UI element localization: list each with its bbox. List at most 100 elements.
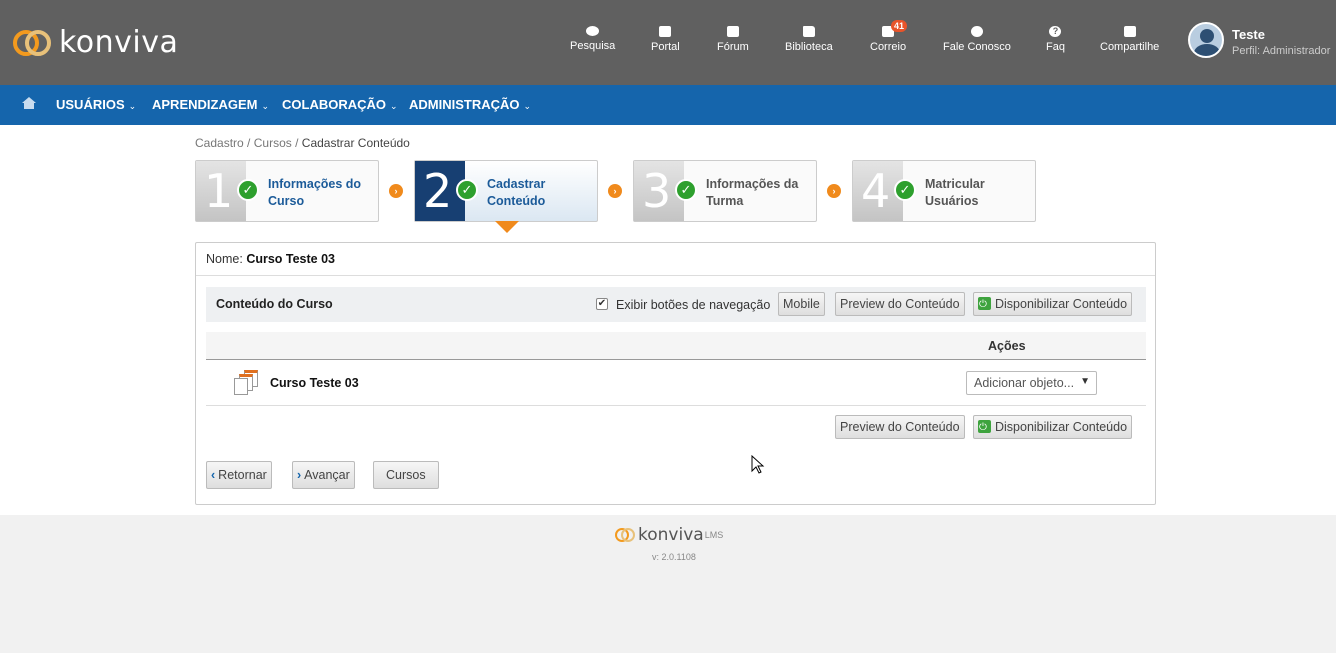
content-toolbar: Conteúdo do Curso ✔ Exibir botões de nav… [206, 287, 1146, 322]
home-icon[interactable] [22, 97, 36, 109]
power-icon [978, 417, 991, 439]
breadcrumb-separator: / [247, 136, 251, 150]
step-label: Informações do Curso [268, 177, 362, 208]
step-number: 3 [642, 164, 672, 218]
step-label: Matricular Usuários [925, 177, 985, 208]
content-title: Conteúdo do Curso [216, 297, 333, 311]
breadcrumb-cursos[interactable]: Cursos [254, 136, 292, 150]
topnav-correio[interactable]: 41 Correio [870, 20, 908, 53]
chevron-down-icon: ⌄ [523, 101, 532, 111]
step-number: 4 [861, 164, 891, 218]
konviva-logo[interactable]: konviva [13, 22, 178, 62]
menu-usuarios[interactable]: USUÁRIOS ⌄ [56, 97, 136, 112]
topnav-label: Pesquisa [570, 40, 616, 52]
step-1[interactable]: 1 ✓ Informações do Curso [195, 160, 379, 222]
course-name-row: Nome: Curso Teste 03 [196, 243, 1155, 276]
course-content-panel: Nome: Curso Teste 03 Conteúdo do Curso ✔… [195, 242, 1156, 505]
logo-text: konviva [59, 24, 179, 60]
chevron-down-icon: ⌄ [390, 101, 398, 111]
topnav-portal[interactable]: Portal [651, 26, 680, 53]
actions-column-header: Ações [988, 339, 1026, 353]
check-icon: ✓ [237, 179, 259, 201]
menu-aprendizagem[interactable]: APRENDIZAGEM ⌄ [152, 97, 269, 112]
mail-icon: 41 [882, 20, 908, 37]
topnav-label: Compartilhe [1100, 41, 1160, 53]
top-header: konviva Pesquisa Portal Fórum Biblioteca… [0, 0, 1336, 85]
footer-logo: konviva LMS [614, 525, 723, 545]
mouse-cursor-icon [751, 455, 765, 474]
breadcrumb-current: Cadastrar Conteúdo [301, 136, 410, 150]
topnav-label: Correio [870, 41, 907, 53]
chevron-right-icon: › [389, 184, 403, 198]
dropdown-arrow-icon: ▼ [1080, 376, 1090, 387]
footer-logo-text: konviva [638, 525, 704, 545]
check-icon: ✓ [894, 179, 916, 201]
courses-button[interactable]: Cursos [373, 461, 439, 489]
chevron-right-icon: › [608, 184, 622, 198]
table-row: Curso Teste 03 Adicionar objeto... ▼ [206, 361, 1146, 406]
add-object-select[interactable]: Adicionar objeto... ▼ [966, 371, 1097, 395]
topnav-faq[interactable]: ? Faq [1046, 26, 1065, 53]
check-icon: ✓ [456, 179, 478, 201]
publish-button[interactable]: Disponibilizar Conteúdo [973, 292, 1133, 316]
topnav-pesquisa[interactable]: Pesquisa [570, 26, 615, 52]
topnav-label: Portal [651, 41, 680, 53]
topnav-compartilhe[interactable]: Compartilhe [1100, 26, 1159, 53]
user-name: Teste [1232, 27, 1265, 42]
logo-rings-icon [13, 24, 57, 60]
publish-button-label: Disponibilizar Conteúdo [995, 297, 1128, 311]
chevron-left-icon: ‹ [211, 468, 216, 482]
forum-icon [726, 26, 739, 37]
step-number: 1 [204, 164, 234, 218]
nav-buttons-checkbox[interactable]: ✔ [596, 298, 608, 310]
menu-label: APRENDIZAGEM [152, 97, 258, 112]
user-profile: Perfil: Administrador [1232, 45, 1331, 57]
course-name-value: Curso Teste 03 [246, 252, 336, 266]
back-button[interactable]: ‹ Retornar [206, 461, 272, 489]
chevron-down-icon: ⌄ [128, 101, 137, 111]
step-label: Informações da Turma [706, 177, 799, 208]
topnav-forum[interactable]: Fórum [717, 26, 749, 53]
content-table-header: Ações [206, 332, 1146, 360]
menu-colaboracao[interactable]: COLABORAÇÃO ⌄ [282, 97, 398, 112]
step-label: Cadastrar Conteúdo [487, 177, 546, 208]
content-item-name: Curso Teste 03 [270, 376, 359, 390]
step-number: 2 [423, 164, 453, 218]
main-menu: USUÁRIOS ⌄ APRENDIZAGEM ⌄ COLABORAÇÃO ⌄ ADM… [0, 85, 1336, 125]
mail-count-badge: 41 [891, 20, 908, 32]
step-3[interactable]: 3 ✓ Informações da Turma [633, 160, 817, 222]
active-step-pointer [495, 221, 519, 233]
menu-label: ADMINISTRAÇÃO [409, 97, 520, 112]
menu-label: COLABORAÇÃO [282, 97, 386, 112]
share-icon [1123, 26, 1136, 37]
headset-icon [970, 26, 983, 37]
menu-label: USUÁRIOS [56, 97, 125, 112]
menu-administracao[interactable]: ADMINISTRAÇÃO ⌄ [409, 97, 531, 112]
publish-button-label: Disponibilizar Conteúdo [995, 420, 1128, 434]
topnav-biblioteca[interactable]: Biblioteca [785, 26, 833, 53]
external-link-icon [659, 26, 672, 37]
check-icon: ✓ [675, 179, 697, 201]
topnav-label: Fórum [717, 41, 749, 53]
preview-button[interactable]: Preview do Conteúdo [835, 292, 965, 316]
step-4[interactable]: 4 ✓ Matricular Usuários [852, 160, 1036, 222]
topnav-label: Fale Conosco [943, 41, 1011, 53]
topnav-fale-conosco[interactable]: Fale Conosco [943, 26, 1011, 53]
step-2[interactable]: 2 ✓ Cadastrar Conteúdo [414, 160, 598, 222]
logo-rings-icon [614, 525, 638, 545]
mobile-button[interactable]: Mobile [778, 292, 825, 316]
publish-button-bottom[interactable]: Disponibilizar Conteúdo [973, 415, 1133, 439]
topnav-label: Biblioteca [785, 41, 833, 53]
nav-buttons-checkbox-label: Exibir botões de navegação [616, 298, 771, 312]
power-icon [978, 294, 991, 316]
preview-button-bottom[interactable]: Preview do Conteúdo [835, 415, 965, 439]
next-button[interactable]: › Avançar [292, 461, 355, 489]
add-object-select-value: Adicionar objeto... [974, 376, 1075, 390]
breadcrumb: Cadastro / Cursos / Cadastrar Conteúdo [195, 136, 410, 150]
chevron-down-icon: ⌄ [261, 101, 269, 111]
documents-icon [234, 370, 260, 396]
footer-logo-sup: LMS [704, 530, 724, 540]
chat-icon [586, 26, 600, 36]
course-name-label: Nome: [206, 252, 243, 266]
breadcrumb-cadastro[interactable]: Cadastro [195, 136, 244, 150]
